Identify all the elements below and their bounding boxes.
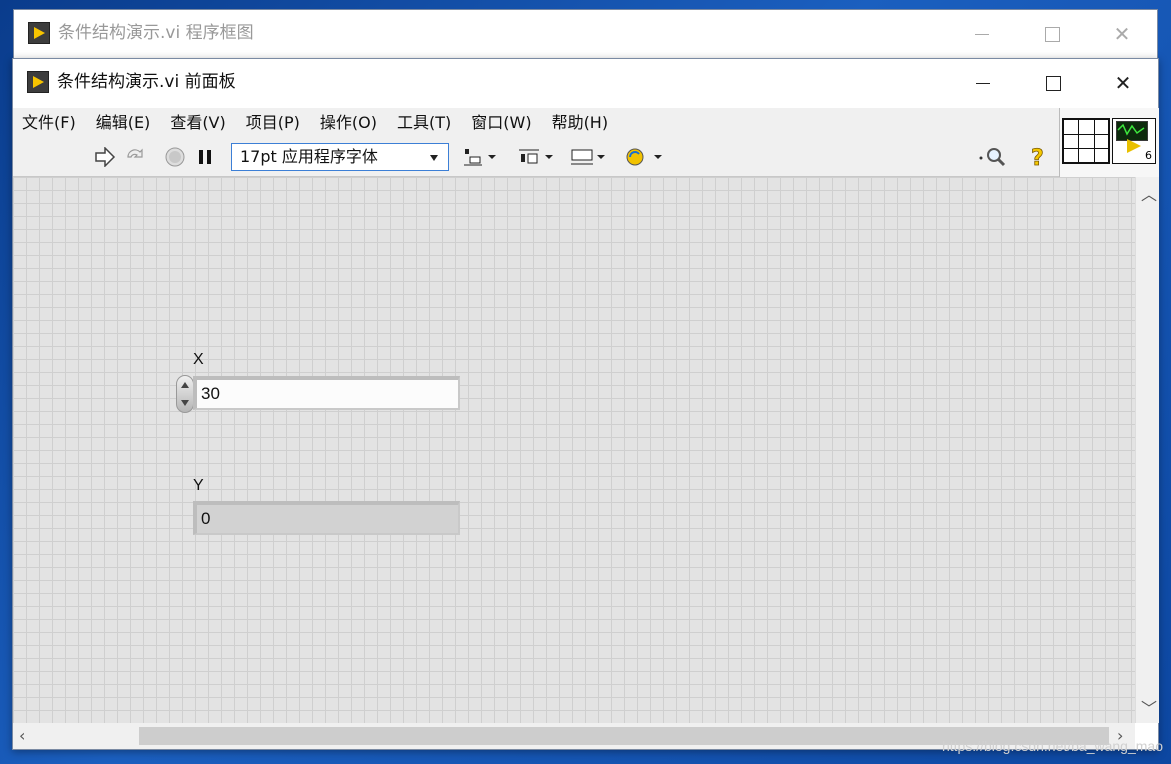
menu-file[interactable]: 文件(F) [13, 108, 87, 138]
vertical-scrollbar[interactable]: ︿ ﹀ [1135, 177, 1159, 723]
svg-text:?: ? [1031, 146, 1044, 169]
minimize-icon [975, 33, 989, 35]
menu-project[interactable]: 项目(P) [237, 108, 311, 138]
menu-operate[interactable]: 操作(O) [311, 108, 388, 138]
title-bar[interactable]: 条件结构演示.vi 前面板 ✕ [13, 59, 1158, 107]
scroll-left-icon[interactable]: ‹ [19, 726, 25, 745]
distribute-icon[interactable] [516, 146, 554, 168]
y-indicator-label: Y [193, 477, 204, 494]
x-increment-decrement[interactable] [176, 375, 194, 413]
y-numeric-indicator: 0 [193, 501, 460, 535]
toolbar: 17pt 应用程序字体 ? [13, 138, 1059, 177]
window-title: 条件结构演示.vi 前面板 [57, 72, 236, 92]
run-arrow-icon[interactable] [93, 146, 117, 168]
x-value: 30 [201, 384, 220, 403]
labview-vi-icon [28, 22, 50, 44]
minimize-button[interactable] [947, 10, 1017, 58]
close-button[interactable]: ✕ [1088, 59, 1158, 107]
menu-edit[interactable]: 编辑(E) [87, 108, 162, 138]
align-icon[interactable] [461, 146, 497, 168]
font-select[interactable]: 17pt 应用程序字体 [231, 143, 449, 171]
x-numeric-control[interactable]: 30 [193, 376, 460, 410]
labview-run-icon [1127, 139, 1141, 153]
vi-icon-number: 6 [1145, 149, 1152, 162]
connector-pane-icon[interactable] [1062, 118, 1110, 164]
vi-icon[interactable]: 6 [1112, 118, 1156, 164]
maximize-icon [1044, 26, 1060, 42]
minimize-icon [976, 82, 990, 84]
watermark: https://blog.csdn.net/ba_wang_mao [941, 738, 1163, 754]
waveform-icon [1116, 121, 1148, 141]
chevron-down-icon [430, 155, 438, 161]
labview-vi-icon [27, 71, 49, 93]
resize-icon[interactable] [568, 146, 606, 168]
menu-tools[interactable]: 工具(T) [388, 108, 462, 138]
title-bar[interactable]: 条件结构演示.vi 程序框图 ✕ [14, 10, 1157, 58]
menu-window[interactable]: 窗口(W) [462, 108, 542, 138]
y-value: 0 [201, 509, 211, 528]
help-icon[interactable]: ? [1027, 146, 1049, 169]
pause-icon[interactable] [195, 146, 215, 168]
maximize-icon [1045, 75, 1061, 91]
run-continuous-icon[interactable] [123, 146, 147, 168]
front-panel-window[interactable]: 条件结构演示.vi 前面板 ✕ 文件(F) 编辑(E) 查看(V) 项目(P) … [12, 58, 1159, 750]
vi-icon-pane: 6 [1059, 108, 1159, 177]
maximize-button[interactable] [1017, 10, 1087, 58]
maximize-button[interactable] [1018, 59, 1088, 107]
decrement-arrow-icon[interactable] [181, 400, 189, 406]
scroll-up-icon[interactable]: ︿ [1141, 181, 1157, 205]
font-select-value: 17pt 应用程序字体 [240, 147, 378, 166]
menu-bar: 文件(F) 编辑(E) 查看(V) 项目(P) 操作(O) 工具(T) 窗口(W… [13, 108, 1059, 138]
x-control-label: X [193, 351, 204, 368]
abort-icon[interactable] [163, 146, 187, 168]
front-panel-canvas[interactable]: X 30 Y 0 [13, 177, 1135, 723]
search-icon[interactable] [975, 146, 1009, 168]
minimize-button[interactable] [948, 59, 1018, 107]
menu-view[interactable]: 查看(V) [161, 108, 236, 138]
reorder-icon[interactable] [623, 146, 663, 168]
menu-help[interactable]: 帮助(H) [543, 108, 620, 138]
increment-arrow-icon[interactable] [181, 382, 189, 388]
scroll-down-icon[interactable]: ﹀ [1141, 695, 1157, 719]
close-button[interactable]: ✕ [1087, 10, 1157, 58]
window-title: 条件结构演示.vi 程序框图 [58, 23, 254, 43]
